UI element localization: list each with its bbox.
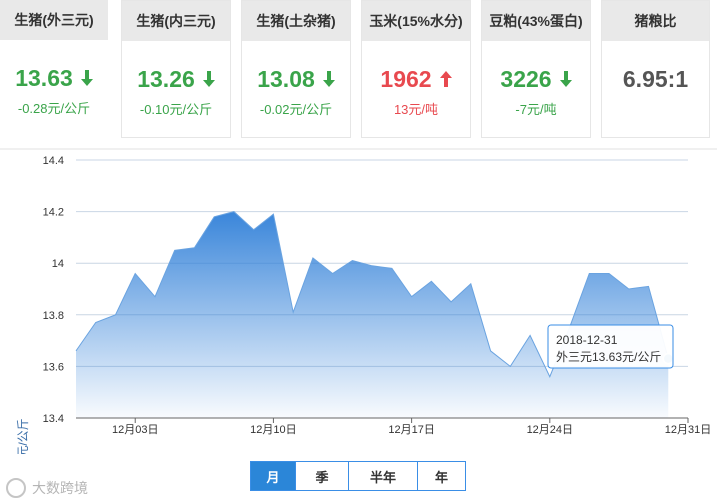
- watermark: 大数跨境: [6, 478, 88, 498]
- data-point: [115, 314, 116, 315]
- card-local-pig[interactable]: 生猪(土杂猪) 13.08 -0.02元/公斤: [241, 0, 351, 138]
- price-value: 13.63: [15, 64, 73, 91]
- watermark-logo-icon: [6, 478, 26, 498]
- data-point: [431, 281, 432, 282]
- data-point: [154, 296, 155, 297]
- data-point: [530, 335, 531, 336]
- data-point: [470, 283, 471, 284]
- y-axis: 13.4 13.6 13.8 14 14.2 14.4: [43, 155, 64, 425]
- price-value: 1962: [380, 65, 432, 92]
- chart-svg[interactable]: 13.4 13.6 13.8 14 14.2 14.4 12月03日 12月10日 12月17…: [0, 148, 717, 458]
- x-tick-label: 12月24日: [527, 424, 573, 436]
- data-point: [273, 214, 274, 215]
- card-price: 3226: [482, 61, 590, 97]
- card-title: 生猪(内三元): [122, 1, 230, 41]
- tab-month[interactable]: 月: [251, 462, 296, 490]
- x-tick-label: 12月03日: [112, 424, 158, 436]
- card-change: 13元/吨: [393, 102, 439, 117]
- watermark-text: 大数跨境: [32, 480, 88, 496]
- card-change: -7元/吨: [515, 102, 557, 117]
- card-outer-pig[interactable]: 生猪(外三元) 13.63 -0.28元/公斤: [0, 0, 108, 138]
- tooltip-date: 2018-12-31: [556, 333, 618, 347]
- data-point: [332, 273, 333, 274]
- card-price: 13.08: [242, 61, 350, 97]
- data-point: [293, 312, 294, 313]
- data-point: [135, 273, 136, 274]
- tab-quarter[interactable]: 季: [296, 462, 349, 490]
- card-inner-pig[interactable]: 生猪(内三元) 13.26 -0.10元/公斤: [121, 0, 231, 138]
- price-value: 13.26: [137, 65, 195, 92]
- card-price: 13.63: [0, 60, 108, 96]
- card-title: 猪粮比: [602, 1, 709, 41]
- card-corn[interactable]: 玉米(15%水分) 1962 13元/吨: [361, 0, 471, 138]
- card-title: 豆粕(43%蛋白): [482, 1, 590, 41]
- price-value: 3226: [500, 65, 552, 92]
- data-point: [490, 350, 491, 351]
- y-tick-label: 14: [52, 258, 64, 270]
- data-point: [628, 289, 629, 290]
- y-tick-label: 14.4: [43, 155, 64, 167]
- data-point: [372, 265, 373, 266]
- x-tick-label: 12月10日: [250, 424, 296, 436]
- data-point: [352, 260, 353, 261]
- price-cards: 生猪(外三元) 13.63 -0.28元/公斤 生猪(内三元) 13.26 -0…: [0, 0, 717, 140]
- card-pig-grain-ratio[interactable]: 猪粮比 6.95:1: [601, 0, 710, 138]
- data-point: [233, 211, 234, 212]
- y-axis-label: 元/公斤: [16, 418, 30, 454]
- data-point: [194, 247, 195, 248]
- tab-year[interactable]: 年: [418, 462, 465, 490]
- data-point: [589, 273, 590, 274]
- x-tick-label: 12月17日: [388, 424, 434, 436]
- tab-half-year[interactable]: 半年: [349, 462, 418, 490]
- card-soybean-meal[interactable]: 豆粕(43%蛋白) 3226 -7元/吨: [481, 0, 591, 138]
- tooltip-text: 外三元13.63元/公斤: [556, 350, 661, 364]
- data-point: [253, 229, 254, 230]
- arrow-down-icon: [322, 66, 335, 93]
- price-value: 13.08: [257, 65, 315, 92]
- arrow-down-icon: [559, 66, 572, 93]
- data-point: [76, 350, 77, 351]
- card-title: 生猪(土杂猪): [242, 1, 350, 41]
- card-price: 13.26: [122, 61, 230, 97]
- data-point: [648, 286, 649, 287]
- y-tick-label: 13.8: [43, 310, 64, 322]
- price-chart[interactable]: 13.4 13.6 13.8 14 14.2 14.4 12月03日 12月10日 12月17…: [0, 148, 717, 458]
- card-change: -0.02元/公斤: [259, 102, 333, 117]
- card-change: -0.28元/公斤: [17, 101, 91, 116]
- data-point: [549, 376, 550, 377]
- arrow-down-icon: [80, 65, 93, 92]
- price-value: 6.95:1: [622, 65, 689, 92]
- data-point: [95, 322, 96, 323]
- y-tick-label: 13.6: [43, 361, 64, 373]
- y-tick-label: 13.4: [43, 413, 64, 425]
- arrow-up-icon: [439, 66, 452, 93]
- card-title: 玉米(15%水分): [362, 1, 470, 41]
- x-axis: 12月03日 12月10日 12月17日 12月24日 12月31日: [76, 417, 711, 436]
- y-tick-label: 14.2: [43, 207, 64, 219]
- data-point: [609, 273, 610, 274]
- data-point: [214, 216, 215, 217]
- data-point: [411, 296, 412, 297]
- data-point: [174, 250, 175, 251]
- card-title: 生猪(外三元): [0, 0, 108, 40]
- data-point: [510, 366, 511, 367]
- x-tick-label: 12月31日: [665, 424, 711, 436]
- card-price: 1962: [362, 61, 470, 97]
- period-tabs: 月 季 半年 年: [250, 461, 466, 491]
- chart-tooltip: 2018-12-31 外三元13.63元/公斤: [547, 324, 674, 369]
- data-point: [451, 301, 452, 302]
- data-point: [312, 258, 313, 259]
- chart-area: [75, 211, 669, 418]
- area-fill: [76, 211, 669, 418]
- data-point: [391, 268, 392, 269]
- card-change: -0.10元/公斤: [139, 102, 213, 117]
- card-price: 6.95:1: [602, 61, 709, 97]
- arrow-down-icon: [202, 66, 215, 93]
